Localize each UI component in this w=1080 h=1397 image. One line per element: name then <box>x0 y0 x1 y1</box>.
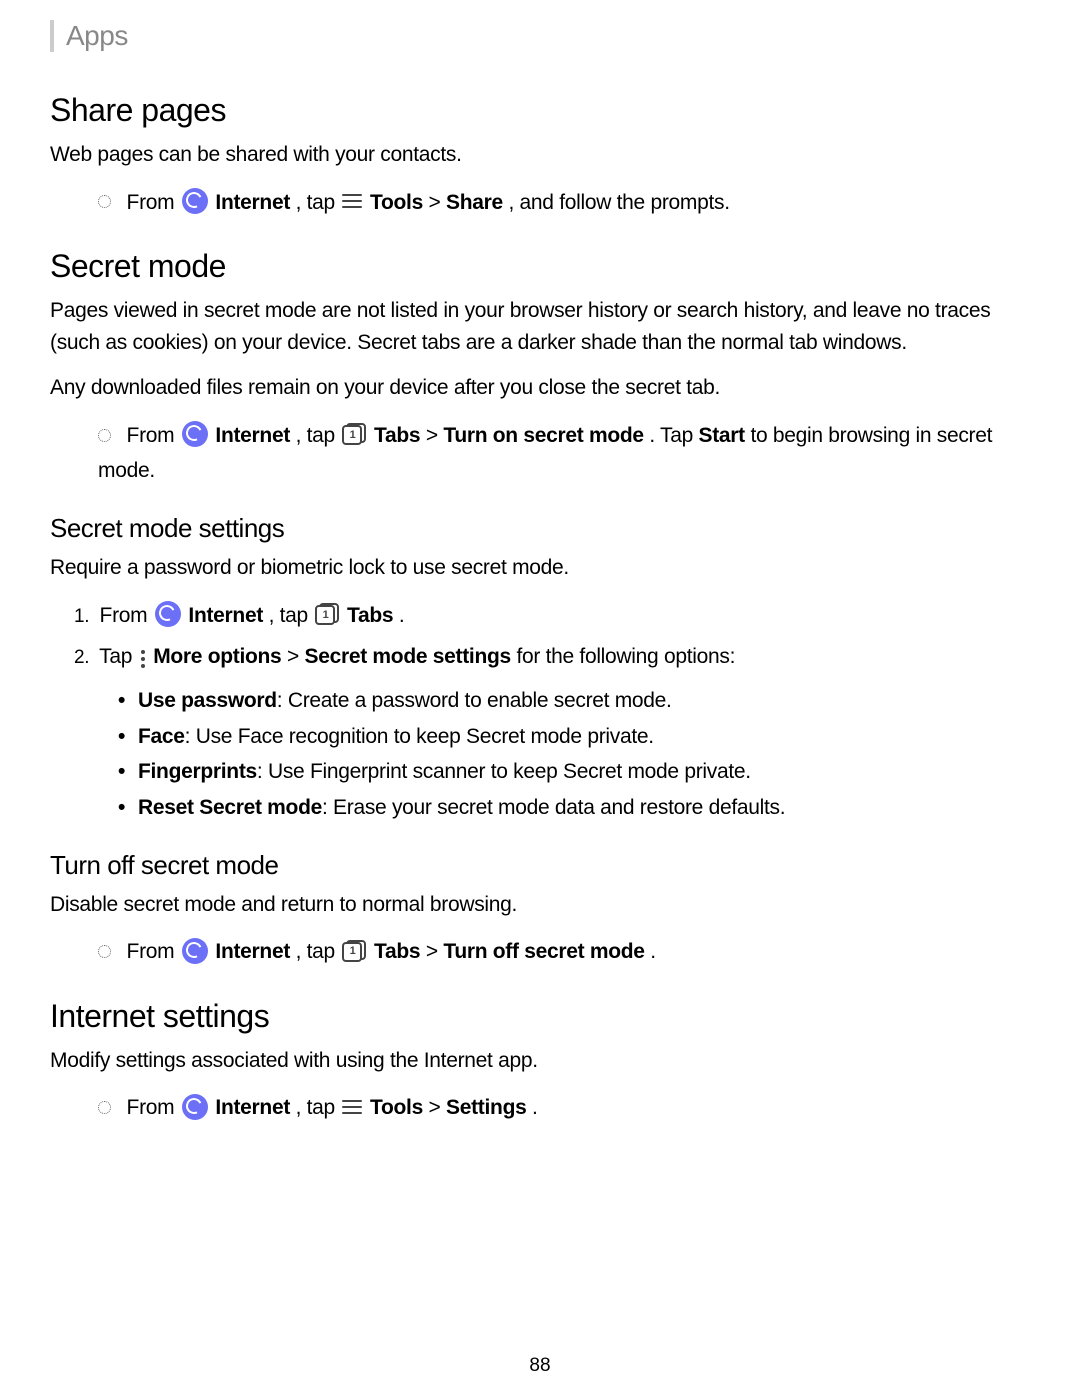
internet-icon <box>182 1094 208 1120</box>
internet-settings-heading: Internet settings <box>50 998 1030 1035</box>
header-title: Apps <box>66 20 128 51</box>
option-fingerprints: Fingerprints: Use Fingerprint scanner to… <box>138 754 1030 790</box>
internet-icon <box>182 421 208 447</box>
menu-icon <box>342 1100 362 1116</box>
share-pages-intro: Web pages can be shared with your contac… <box>50 139 1030 171</box>
turn-off-secret-mode-intro: Disable secret mode and return to normal… <box>50 889 1030 921</box>
internet-settings-step: From Internet , tap Tools > Settings . <box>98 1090 1030 1126</box>
step-number: 2. <box>74 642 94 674</box>
secret-mode-step: From Internet , tap 1 Tabs > Turn on sec… <box>98 418 1030 489</box>
step-number: 1. <box>74 601 94 633</box>
share-pages-step: From Internet , tap Tools > Share , and … <box>98 185 1030 221</box>
tabs-icon: 1 <box>342 940 366 962</box>
manual-page: Apps Share pages Web pages can be shared… <box>0 0 1080 1397</box>
circle-bullet-icon <box>98 1101 111 1114</box>
share-pages-heading: Share pages <box>50 92 1030 129</box>
more-options-icon <box>140 647 146 667</box>
tabs-icon: 1 <box>342 423 366 445</box>
secret-mode-settings-intro: Require a password or biometric lock to … <box>50 552 1030 584</box>
turn-off-step: From Internet , tap 1 Tabs > Turn off se… <box>98 934 1030 970</box>
circle-bullet-icon <box>98 945 111 958</box>
menu-icon <box>342 194 362 210</box>
secret-mode-settings-heading: Secret mode settings <box>50 513 1030 544</box>
circle-bullet-icon <box>98 429 111 442</box>
settings-step-2: 2. Tap More options > Secret mode settin… <box>98 639 1030 825</box>
settings-step-1: 1. From Internet , tap 1 Tabs . <box>98 598 1030 634</box>
internet-icon <box>182 188 208 214</box>
option-reset-secret-mode: Reset Secret mode: Erase your secret mod… <box>138 790 1030 826</box>
secret-mode-intro: Pages viewed in secret mode are not list… <box>50 295 1030 358</box>
internet-icon <box>182 938 208 964</box>
page-header: Apps <box>50 20 1030 52</box>
secret-mode-heading: Secret mode <box>50 248 1030 285</box>
page-number: 88 <box>0 1355 1080 1377</box>
tabs-icon: 1 <box>315 603 339 625</box>
option-face: Face: Use Face recognition to keep Secre… <box>138 719 1030 755</box>
secret-mode-note: Any downloaded files remain on your devi… <box>50 372 1030 404</box>
internet-settings-intro: Modify settings associated with using th… <box>50 1045 1030 1077</box>
circle-bullet-icon <box>98 195 111 208</box>
turn-off-secret-mode-heading: Turn off secret mode <box>50 850 1030 881</box>
internet-icon <box>155 601 181 627</box>
option-use-password: Use password: Create a password to enabl… <box>138 683 1030 719</box>
